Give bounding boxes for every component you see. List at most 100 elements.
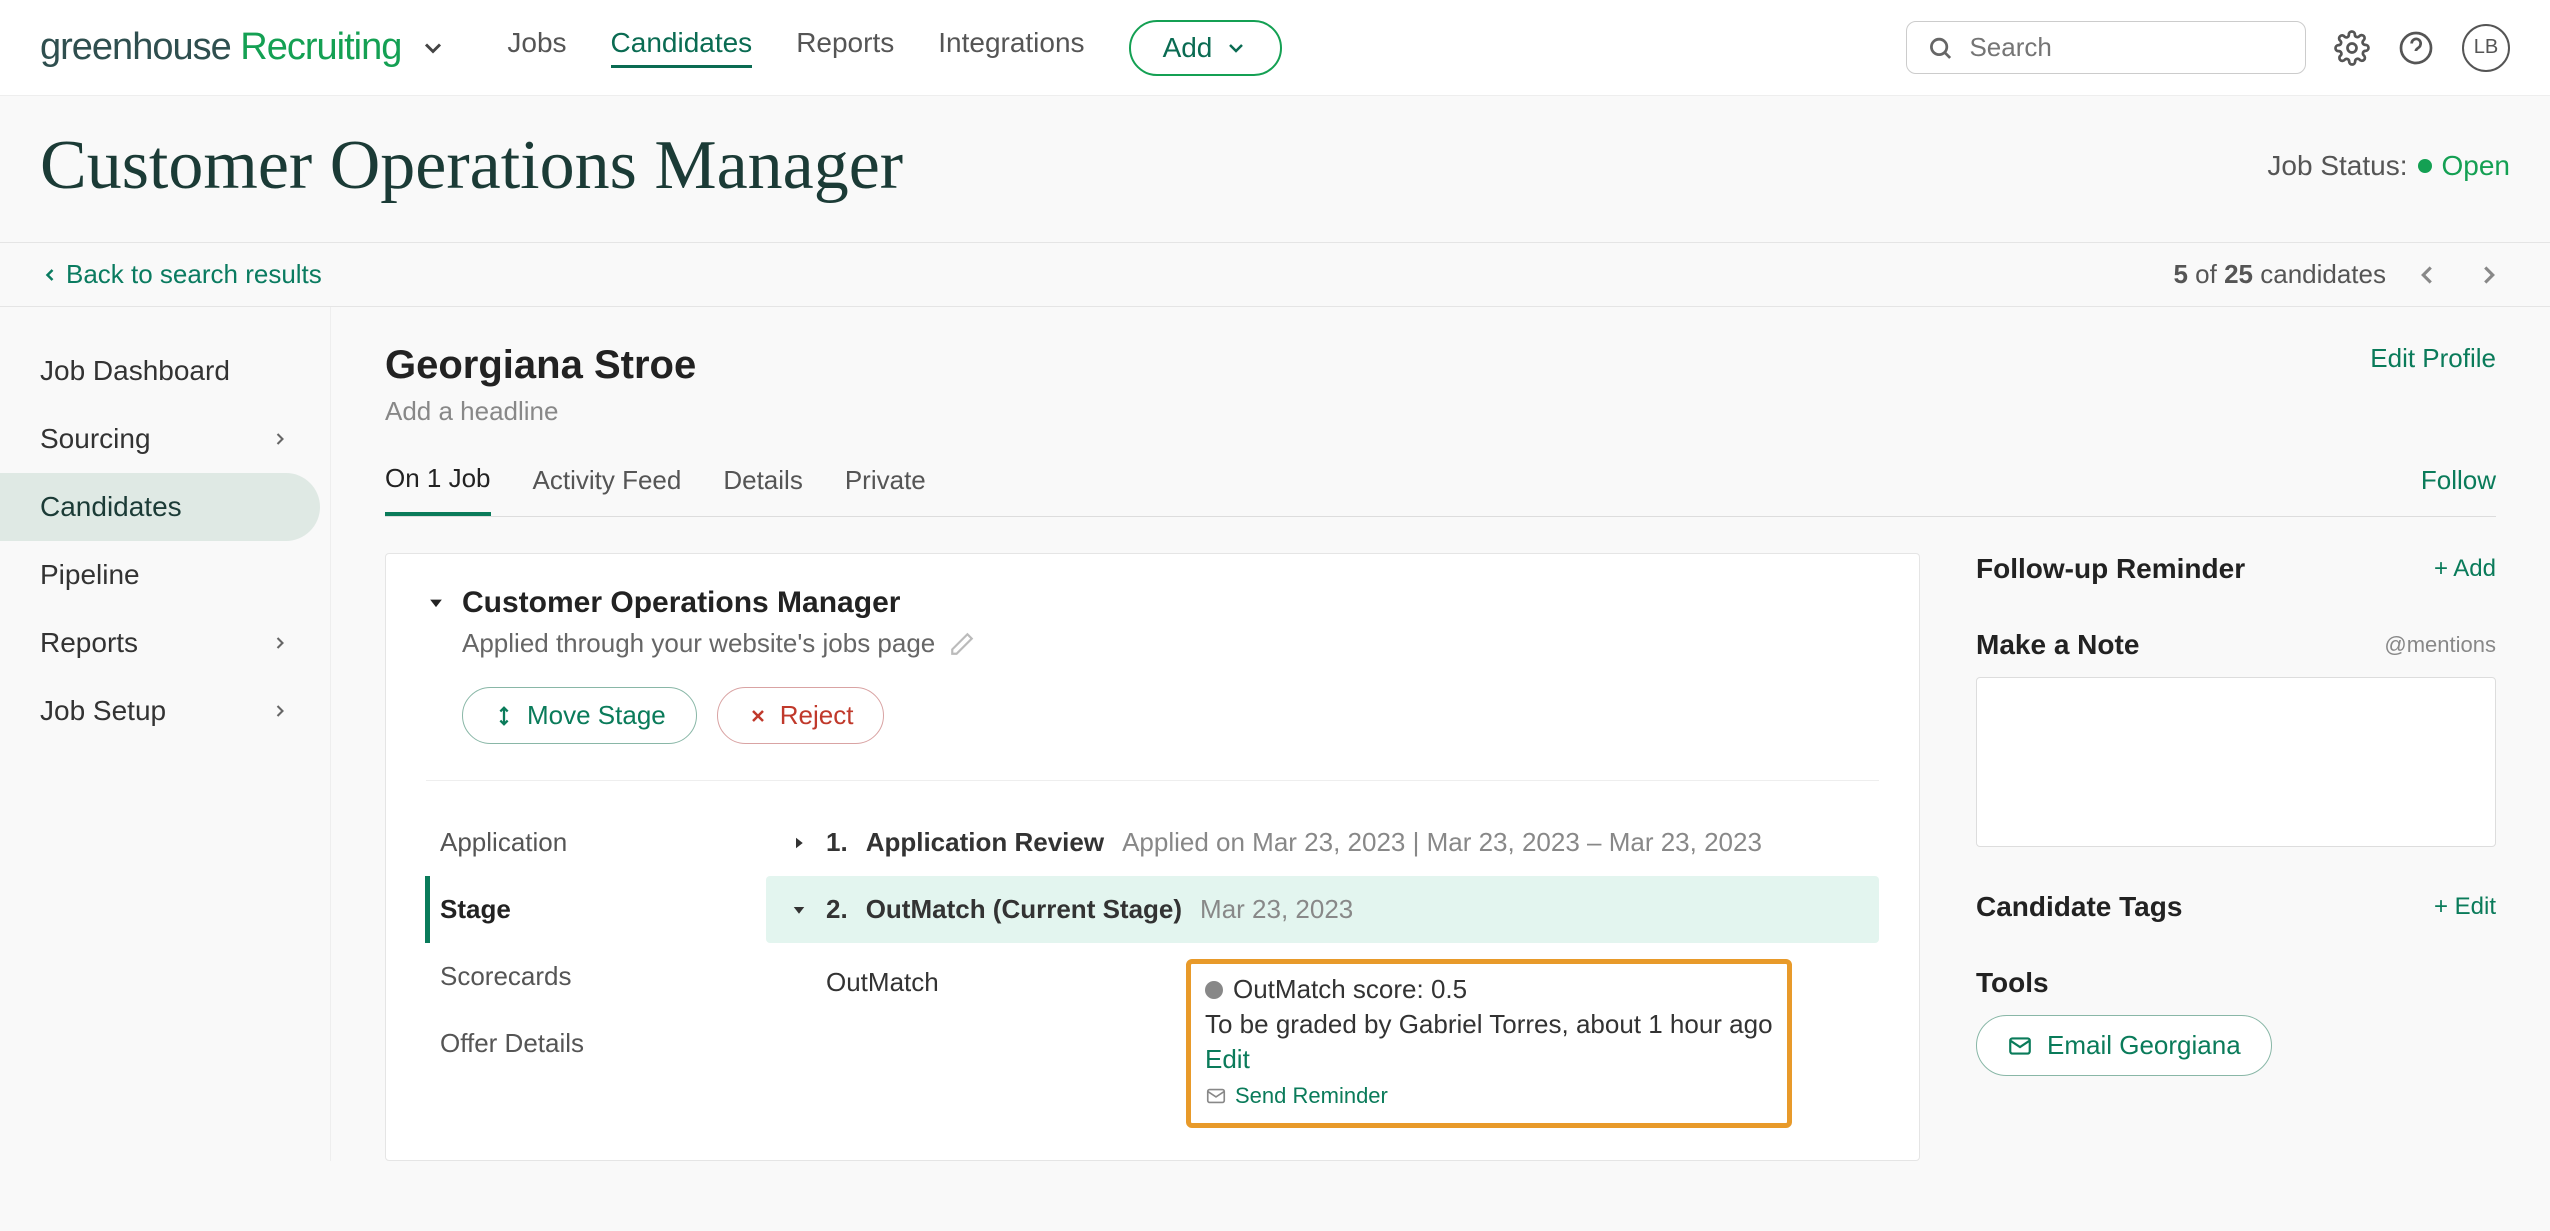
candidate-tabs: On 1 Job Activity Feed Details Private F…: [385, 463, 2496, 517]
tags-title: Candidate Tags: [1976, 891, 2182, 923]
job-status: Job Status: Open: [2267, 150, 2510, 182]
tools-title: Tools: [1976, 967, 2049, 999]
add-button-label: Add: [1163, 32, 1213, 64]
applied-via: Applied through your website's jobs page: [462, 628, 935, 659]
stage-body: 1. Application Review Applied on Mar 23,…: [766, 809, 1879, 1128]
close-icon: [748, 706, 768, 726]
candidate-header: Georgiana Stroe Add a headline Edit Prof…: [385, 343, 2496, 427]
sidebar-item-label: Sourcing: [40, 423, 151, 455]
outmatch-highlight-box: OutMatch score: 0.5 To be graded by Gabr…: [1186, 959, 1792, 1128]
chevron-left-icon: [40, 265, 60, 285]
candidate-name: Georgiana Stroe: [385, 343, 696, 388]
stage-tabs: Application Stage Scorecards Offer Detai…: [426, 809, 706, 1128]
tab-details[interactable]: Details: [723, 465, 802, 514]
stage-tab-scorecards[interactable]: Scorecards: [430, 943, 706, 1010]
sidebar-item-pipeline[interactable]: Pipeline: [0, 541, 330, 609]
sidebar-item-label: Job Dashboard: [40, 355, 230, 387]
outmatch-detail: OutMatch OutMatch score: 0.5 To be grade…: [766, 943, 1879, 1128]
follow-link[interactable]: Follow: [2421, 465, 2496, 514]
application-title: Customer Operations Manager: [462, 586, 900, 620]
stage-tab-offer-details[interactable]: Offer Details: [430, 1010, 706, 1077]
note-title: Make a Note: [1976, 629, 2139, 661]
sidebar-item-label: Job Setup: [40, 695, 166, 727]
job-status-label: Job Status:: [2267, 150, 2407, 182]
send-reminder-link[interactable]: Send Reminder: [1205, 1083, 1773, 1109]
score-dot-icon: [1205, 981, 1223, 999]
job-bar: Customer Operations Manager Job Status: …: [0, 96, 2550, 243]
top-right: LB: [1906, 21, 2510, 74]
tags-edit-link[interactable]: + Edit: [2434, 893, 2496, 921]
logo-part2: Recruiting: [240, 26, 401, 68]
send-reminder-label: Send Reminder: [1235, 1083, 1388, 1109]
move-stage-button[interactable]: Move Stage: [462, 687, 697, 744]
gear-icon[interactable]: [2334, 30, 2370, 66]
logo-part1: greenhouse: [40, 26, 231, 68]
outmatch-grader: To be graded by Gabriel Torres, about 1 …: [1205, 1009, 1773, 1040]
status-dot-icon: [2418, 159, 2432, 173]
position-total: 25: [2224, 259, 2253, 289]
followup-add-link[interactable]: + Add: [2434, 555, 2496, 583]
back-link[interactable]: Back to search results: [66, 259, 322, 290]
sidebar-item-label: Reports: [40, 627, 138, 659]
stage-row-application-review[interactable]: 1. Application Review Applied on Mar 23,…: [766, 809, 1879, 876]
chevron-right-icon: [270, 429, 290, 449]
nav-jobs[interactable]: Jobs: [507, 27, 566, 68]
prev-candidate-button[interactable]: [2406, 260, 2448, 290]
search-box[interactable]: [1906, 21, 2306, 74]
pencil-icon[interactable]: [949, 631, 975, 657]
sidebar-item-job-dashboard[interactable]: Job Dashboard: [0, 337, 330, 405]
stage-name: OutMatch (Current Stage): [866, 894, 1182, 925]
sidebar-item-label: Pipeline: [40, 559, 140, 591]
edit-profile-link[interactable]: Edit Profile: [2370, 343, 2496, 374]
stage-tab-stage[interactable]: Stage: [425, 876, 706, 943]
caret-down-icon[interactable]: [426, 593, 446, 613]
nav-reports[interactable]: Reports: [796, 27, 894, 68]
sidebar-item-sourcing[interactable]: Sourcing: [0, 405, 330, 473]
reject-button[interactable]: Reject: [717, 687, 885, 744]
main: Georgiana Stroe Add a headline Edit Prof…: [330, 307, 2550, 1161]
logo[interactable]: greenhouse Recruiting: [40, 26, 401, 69]
stage-name: Application Review: [866, 827, 1104, 858]
note-input[interactable]: [1976, 677, 2496, 847]
candidate-headline[interactable]: Add a headline: [385, 396, 696, 427]
tab-on-job[interactable]: On 1 Job: [385, 463, 491, 516]
add-button[interactable]: Add: [1129, 20, 1283, 76]
search-input[interactable]: [1969, 32, 2285, 63]
note-mentions[interactable]: @mentions: [2384, 632, 2496, 658]
avatar[interactable]: LB: [2462, 24, 2510, 72]
sidebar-item-candidates[interactable]: Candidates: [0, 473, 320, 541]
position-noun: candidates: [2260, 259, 2386, 289]
mail-icon: [2007, 1033, 2033, 1059]
top-nav: Jobs Candidates Reports Integrations: [507, 27, 1084, 68]
outmatch-tool-name: OutMatch: [826, 967, 1066, 1128]
top-bar: greenhouse Recruiting Jobs Candidates Re…: [0, 0, 2550, 96]
sidebar-item-job-setup[interactable]: Job Setup: [0, 677, 330, 745]
stage-meta: Applied on Mar 23, 2023 | Mar 23, 2023 –…: [1122, 827, 1762, 858]
stage-tab-application[interactable]: Application: [430, 809, 706, 876]
job-status-value: Open: [2442, 150, 2511, 182]
email-candidate-label: Email Georgiana: [2047, 1030, 2241, 1061]
nav-integrations[interactable]: Integrations: [938, 27, 1084, 68]
mail-icon: [1205, 1085, 1227, 1107]
help-icon[interactable]: [2398, 30, 2434, 66]
position-of: of: [2195, 259, 2217, 289]
chevron-down-icon: [1224, 36, 1248, 60]
caret-right-icon: [790, 834, 808, 852]
stage-num: 2.: [826, 894, 848, 925]
nav-candidates[interactable]: Candidates: [611, 27, 753, 68]
outmatch-edit-link[interactable]: Edit: [1205, 1044, 1250, 1075]
tab-activity-feed[interactable]: Activity Feed: [533, 465, 682, 514]
sidebar-item-reports[interactable]: Reports: [0, 609, 330, 677]
followup-section: Follow-up Reminder + Add: [1976, 553, 2496, 585]
chevron-down-icon[interactable]: [419, 34, 447, 62]
stage-row-outmatch[interactable]: 2. OutMatch (Current Stage) Mar 23, 2023: [766, 876, 1879, 943]
email-candidate-button[interactable]: Email Georgiana: [1976, 1015, 2272, 1076]
tab-private[interactable]: Private: [845, 465, 926, 514]
position-current: 5: [2173, 259, 2187, 289]
stage-date: Mar 23, 2023: [1200, 894, 1353, 925]
right-column: Follow-up Reminder + Add Make a Note @me…: [1976, 553, 2496, 1120]
job-title: Customer Operations Manager: [40, 126, 903, 206]
note-section: Make a Note @mentions: [1976, 629, 2496, 847]
next-candidate-button[interactable]: [2468, 260, 2510, 290]
body: Job Dashboard Sourcing Candidates Pipeli…: [0, 307, 2550, 1161]
